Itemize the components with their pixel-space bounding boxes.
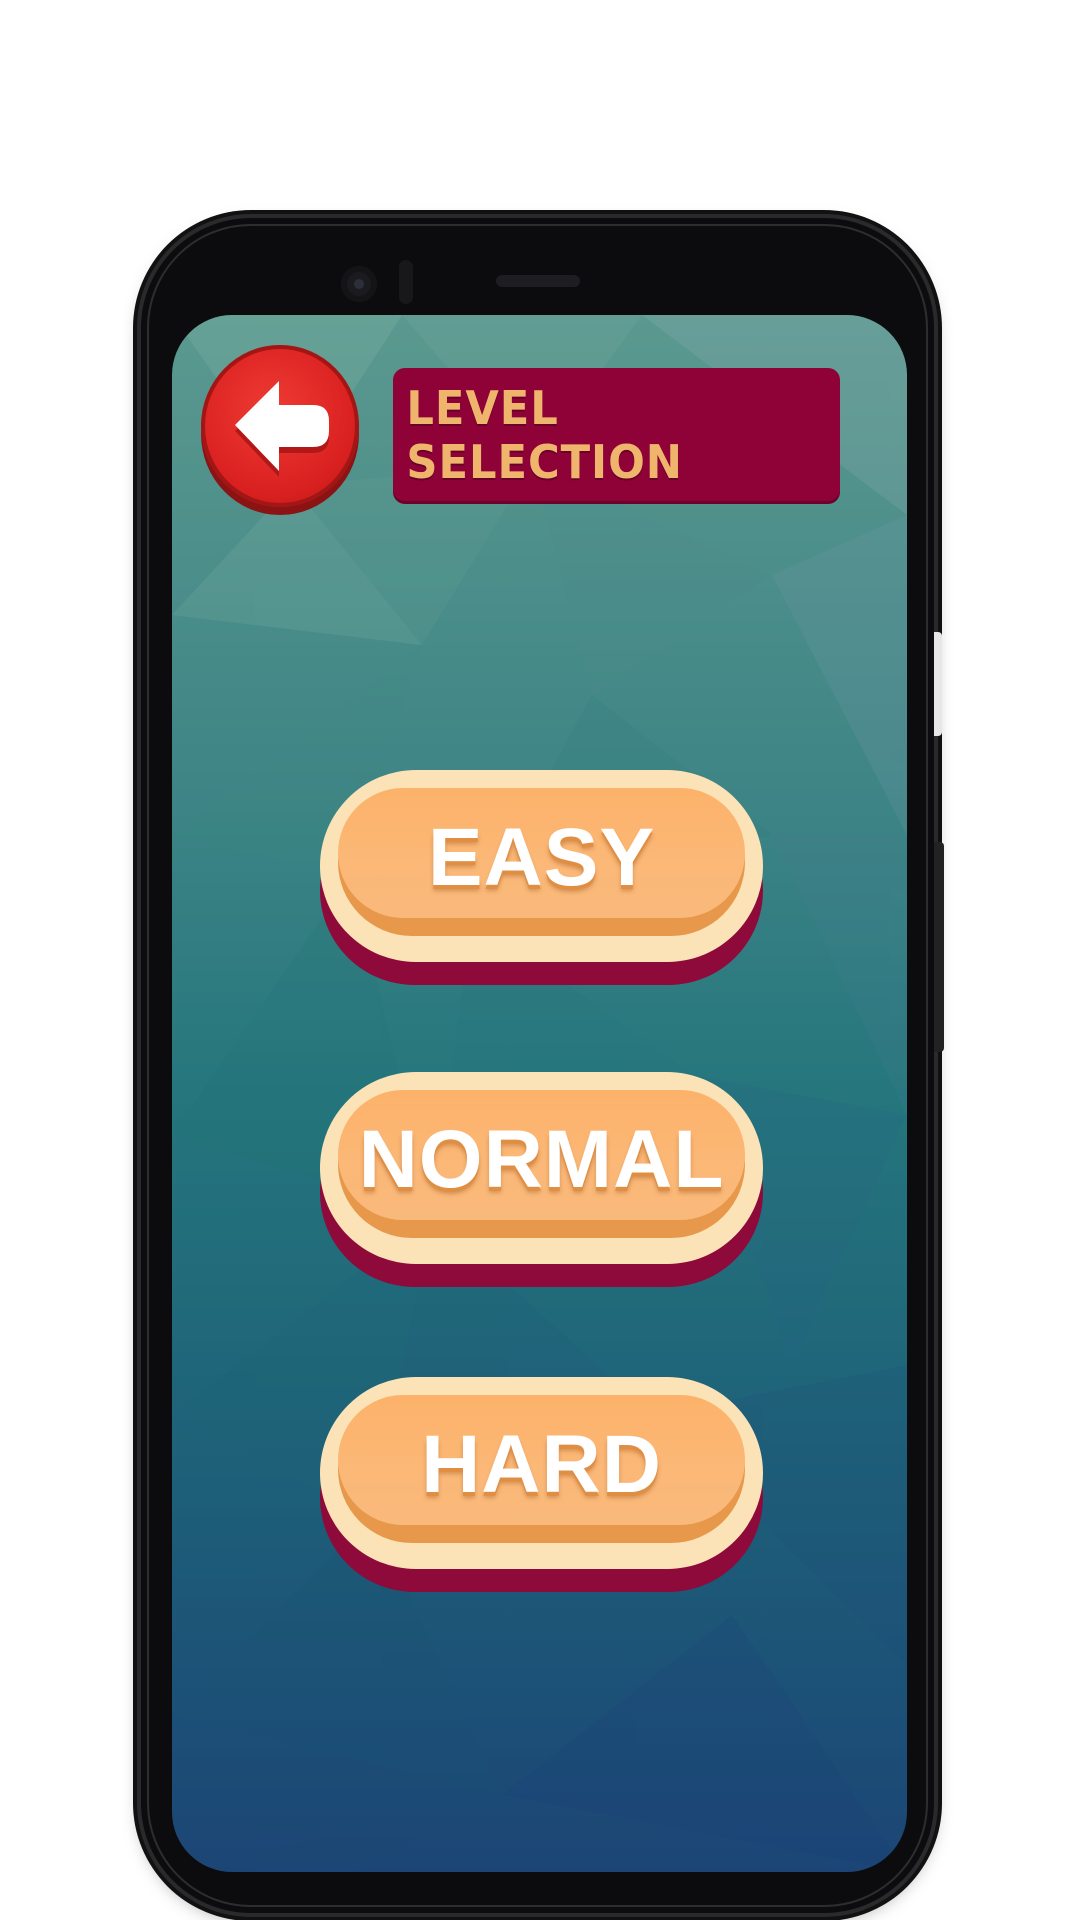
- easy-button-label: EASY: [427, 812, 656, 903]
- page-title: LEVEL SELECTION: [406, 380, 683, 489]
- power-button: [934, 632, 942, 736]
- app-screen: LEVEL SELECTION EASY NORMAL HARD: [172, 315, 907, 1872]
- proximity-sensor: [399, 260, 413, 304]
- front-camera: [341, 266, 377, 302]
- title-banner: LEVEL SELECTION: [393, 368, 840, 501]
- arrow-left-icon: [235, 381, 329, 477]
- volume-button: [934, 842, 944, 1052]
- hard-button[interactable]: HARD: [320, 1377, 763, 1592]
- earpiece-speaker: [496, 275, 580, 287]
- hard-button-label: HARD: [421, 1419, 662, 1510]
- normal-button-label: NORMAL: [358, 1114, 725, 1205]
- easy-button[interactable]: EASY: [320, 770, 763, 985]
- normal-button[interactable]: NORMAL: [320, 1072, 763, 1287]
- back-button[interactable]: [201, 345, 359, 515]
